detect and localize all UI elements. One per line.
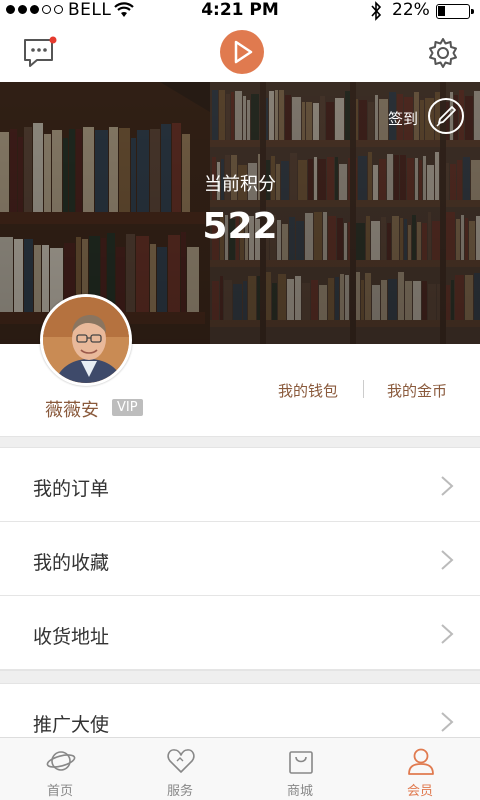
vip-badge: VIP [112, 399, 143, 416]
wallet-link[interactable]: 我的钱包 [278, 380, 338, 401]
tab-mall[interactable]: 商城 [240, 738, 360, 800]
menu-item-label: 推广大使 [33, 714, 110, 736]
battery-icon [436, 4, 474, 19]
menu-item-label: 我的收藏 [33, 552, 110, 574]
username: 薇薇安 [45, 400, 99, 421]
tab-label: 首页 [46, 784, 73, 799]
menu-item-label: 我的订单 [33, 478, 110, 500]
menu-item-label: 收货地址 [33, 626, 110, 648]
planet-icon [46, 746, 76, 780]
menu-item-orders[interactable]: 我的订单 [0, 448, 480, 522]
tab-label: 服务 [166, 784, 193, 799]
tab-label: 商城 [286, 784, 313, 799]
gear-icon[interactable] [426, 36, 460, 74]
points-label: 当前积分 [204, 174, 276, 195]
chevron-right-icon [440, 623, 454, 649]
message-icon[interactable] [22, 36, 58, 74]
tab-home[interactable]: 首页 [0, 738, 120, 800]
battery-percent: 22% [392, 0, 430, 20]
tab-service[interactable]: 服务 [120, 738, 240, 800]
points-value: 522 [202, 206, 278, 247]
tab-member[interactable]: 会员 [360, 738, 480, 800]
divider [363, 380, 364, 398]
coins-link[interactable]: 我的金币 [387, 380, 447, 401]
menu-item-favorites[interactable]: 我的收藏 [0, 522, 480, 596]
chevron-right-icon [440, 549, 454, 575]
checkin-label[interactable]: 签到 [388, 108, 418, 129]
chevron-right-icon [440, 475, 454, 501]
tab-label: 会员 [406, 784, 433, 799]
chevron-right-icon [440, 711, 454, 737]
section-gap [0, 436, 480, 448]
bottom-tab-bar: 首页 服务 商城 会员 [0, 737, 480, 800]
heart-icon [166, 746, 196, 780]
play-button[interactable] [220, 30, 264, 74]
status-bar: BELL 4:21 PM 22% [0, 0, 480, 22]
menu-item-address[interactable]: 收货地址 [0, 596, 480, 670]
avatar[interactable] [40, 294, 132, 386]
section-gap [0, 670, 480, 684]
pen-icon[interactable] [428, 98, 464, 134]
play-icon [234, 40, 253, 64]
shopping-bag-icon [286, 746, 316, 780]
person-icon [406, 746, 436, 780]
top-nav-bar [0, 22, 480, 82]
